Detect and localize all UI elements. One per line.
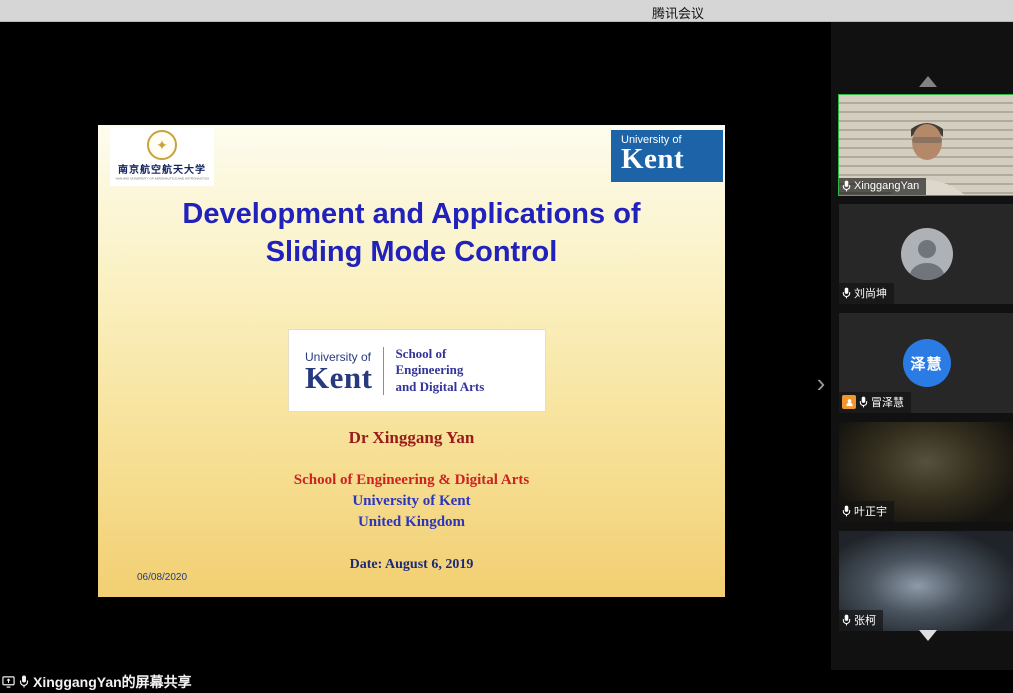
slide-footer-date: 06/08/2020 [137, 572, 187, 583]
person-avatar-icon [901, 228, 953, 280]
participant-name: 刘尚坤 [854, 285, 887, 301]
screen-share-icon [2, 675, 15, 688]
logo-divider [383, 347, 384, 395]
sidebar-collapse-chevron-icon[interactable]: › [812, 370, 830, 398]
presenter-name: Dr Xinggang Yan [98, 428, 725, 448]
participant-tile-liushangkun[interactable]: 刘尚坤 [839, 204, 1013, 304]
department-line1: School of [395, 346, 484, 362]
kent-logo: University of Kent [611, 130, 723, 182]
participant-name: XinggangYan [854, 180, 919, 192]
status-bar: XinggangYan的屏幕共享 [0, 670, 1013, 693]
mic-icon [19, 675, 29, 688]
participant-name: 张柯 [854, 612, 876, 628]
participant-tile-xinggangyan[interactable]: XinggangYan [839, 95, 1013, 195]
affiliation-line2: University of Kent [98, 493, 725, 510]
mic-icon [859, 396, 868, 408]
mic-icon [842, 180, 851, 192]
nuaa-name-en: NANJING UNIVERSITY OF AERONAUTICS AND AS… [115, 177, 208, 181]
mic-icon [842, 287, 851, 299]
participant-name: 冒泽慧 [871, 394, 904, 410]
participant-label: 刘尚坤 [839, 283, 894, 304]
participant-tile-zhangke[interactable]: 张柯 [839, 531, 1013, 631]
meeting-window: 腾讯会议 ✦ 南京航空航天大学 NANJING UNIVERSITY OF AE… [0, 0, 1013, 693]
mic-icon [842, 505, 851, 517]
participant-name: 叶正宇 [854, 503, 887, 519]
shared-screen-stage: ✦ 南京航空航天大学 NANJING UNIVERSITY OF AERONAU… [0, 22, 830, 670]
affiliation-line3: United Kingdom [98, 514, 725, 531]
scroll-up-arrow-icon[interactable] [919, 76, 937, 87]
title-bar: 腾讯会议 [0, 0, 1013, 22]
department-name: School of Engineering and Digital Arts [395, 346, 484, 395]
participant-tile-maozehui[interactable]: 泽慧 冒泽慧 [839, 313, 1013, 413]
kent-wordmark: University of Kent [305, 350, 372, 392]
presenter-badge-icon [842, 395, 856, 409]
slide-title: Development and Applications of Sliding … [98, 195, 725, 271]
slide-title-line1: Development and Applications of [98, 195, 725, 233]
nuaa-name-cn: 南京航空航天大学 [118, 161, 206, 176]
department-line2: Engineering [395, 362, 484, 378]
presentation-slide: ✦ 南京航空航天大学 NANJING UNIVERSITY OF AERONAU… [98, 125, 725, 597]
kent-wordmark-big: Kent [305, 364, 372, 392]
participants-sidebar: XinggangYan 刘尚坤 泽慧 [830, 22, 1013, 693]
screen-share-status: XinggangYan的屏幕共享 [33, 672, 192, 692]
participant-label: 冒泽慧 [839, 392, 911, 413]
affiliation-line1: School of Engineering & Digital Arts [98, 472, 725, 489]
participant-label: XinggangYan [839, 178, 926, 195]
slide-date-line: Date: August 6, 2019 [98, 557, 725, 573]
nuaa-logo: ✦ 南京航空航天大学 NANJING UNIVERSITY OF AERONAU… [110, 128, 214, 186]
scroll-down-arrow-icon[interactable] [919, 630, 937, 641]
department-line3: and Digital Arts [395, 379, 484, 395]
participant-label: 张柯 [839, 610, 883, 631]
text-avatar: 泽慧 [903, 339, 951, 387]
mic-icon [842, 614, 851, 626]
participant-label: 叶正宇 [839, 501, 894, 522]
kent-logo-line2: Kent [621, 146, 723, 174]
slide-title-line2: Sliding Mode Control [98, 233, 725, 271]
nuaa-emblem-icon: ✦ [147, 130, 177, 160]
participant-tile-yezhengyu[interactable]: 叶正宇 [839, 422, 1013, 522]
kent-department-logo: University of Kent School of Engineering… [289, 330, 545, 411]
app-title: 腾讯会议 [652, 3, 704, 22]
